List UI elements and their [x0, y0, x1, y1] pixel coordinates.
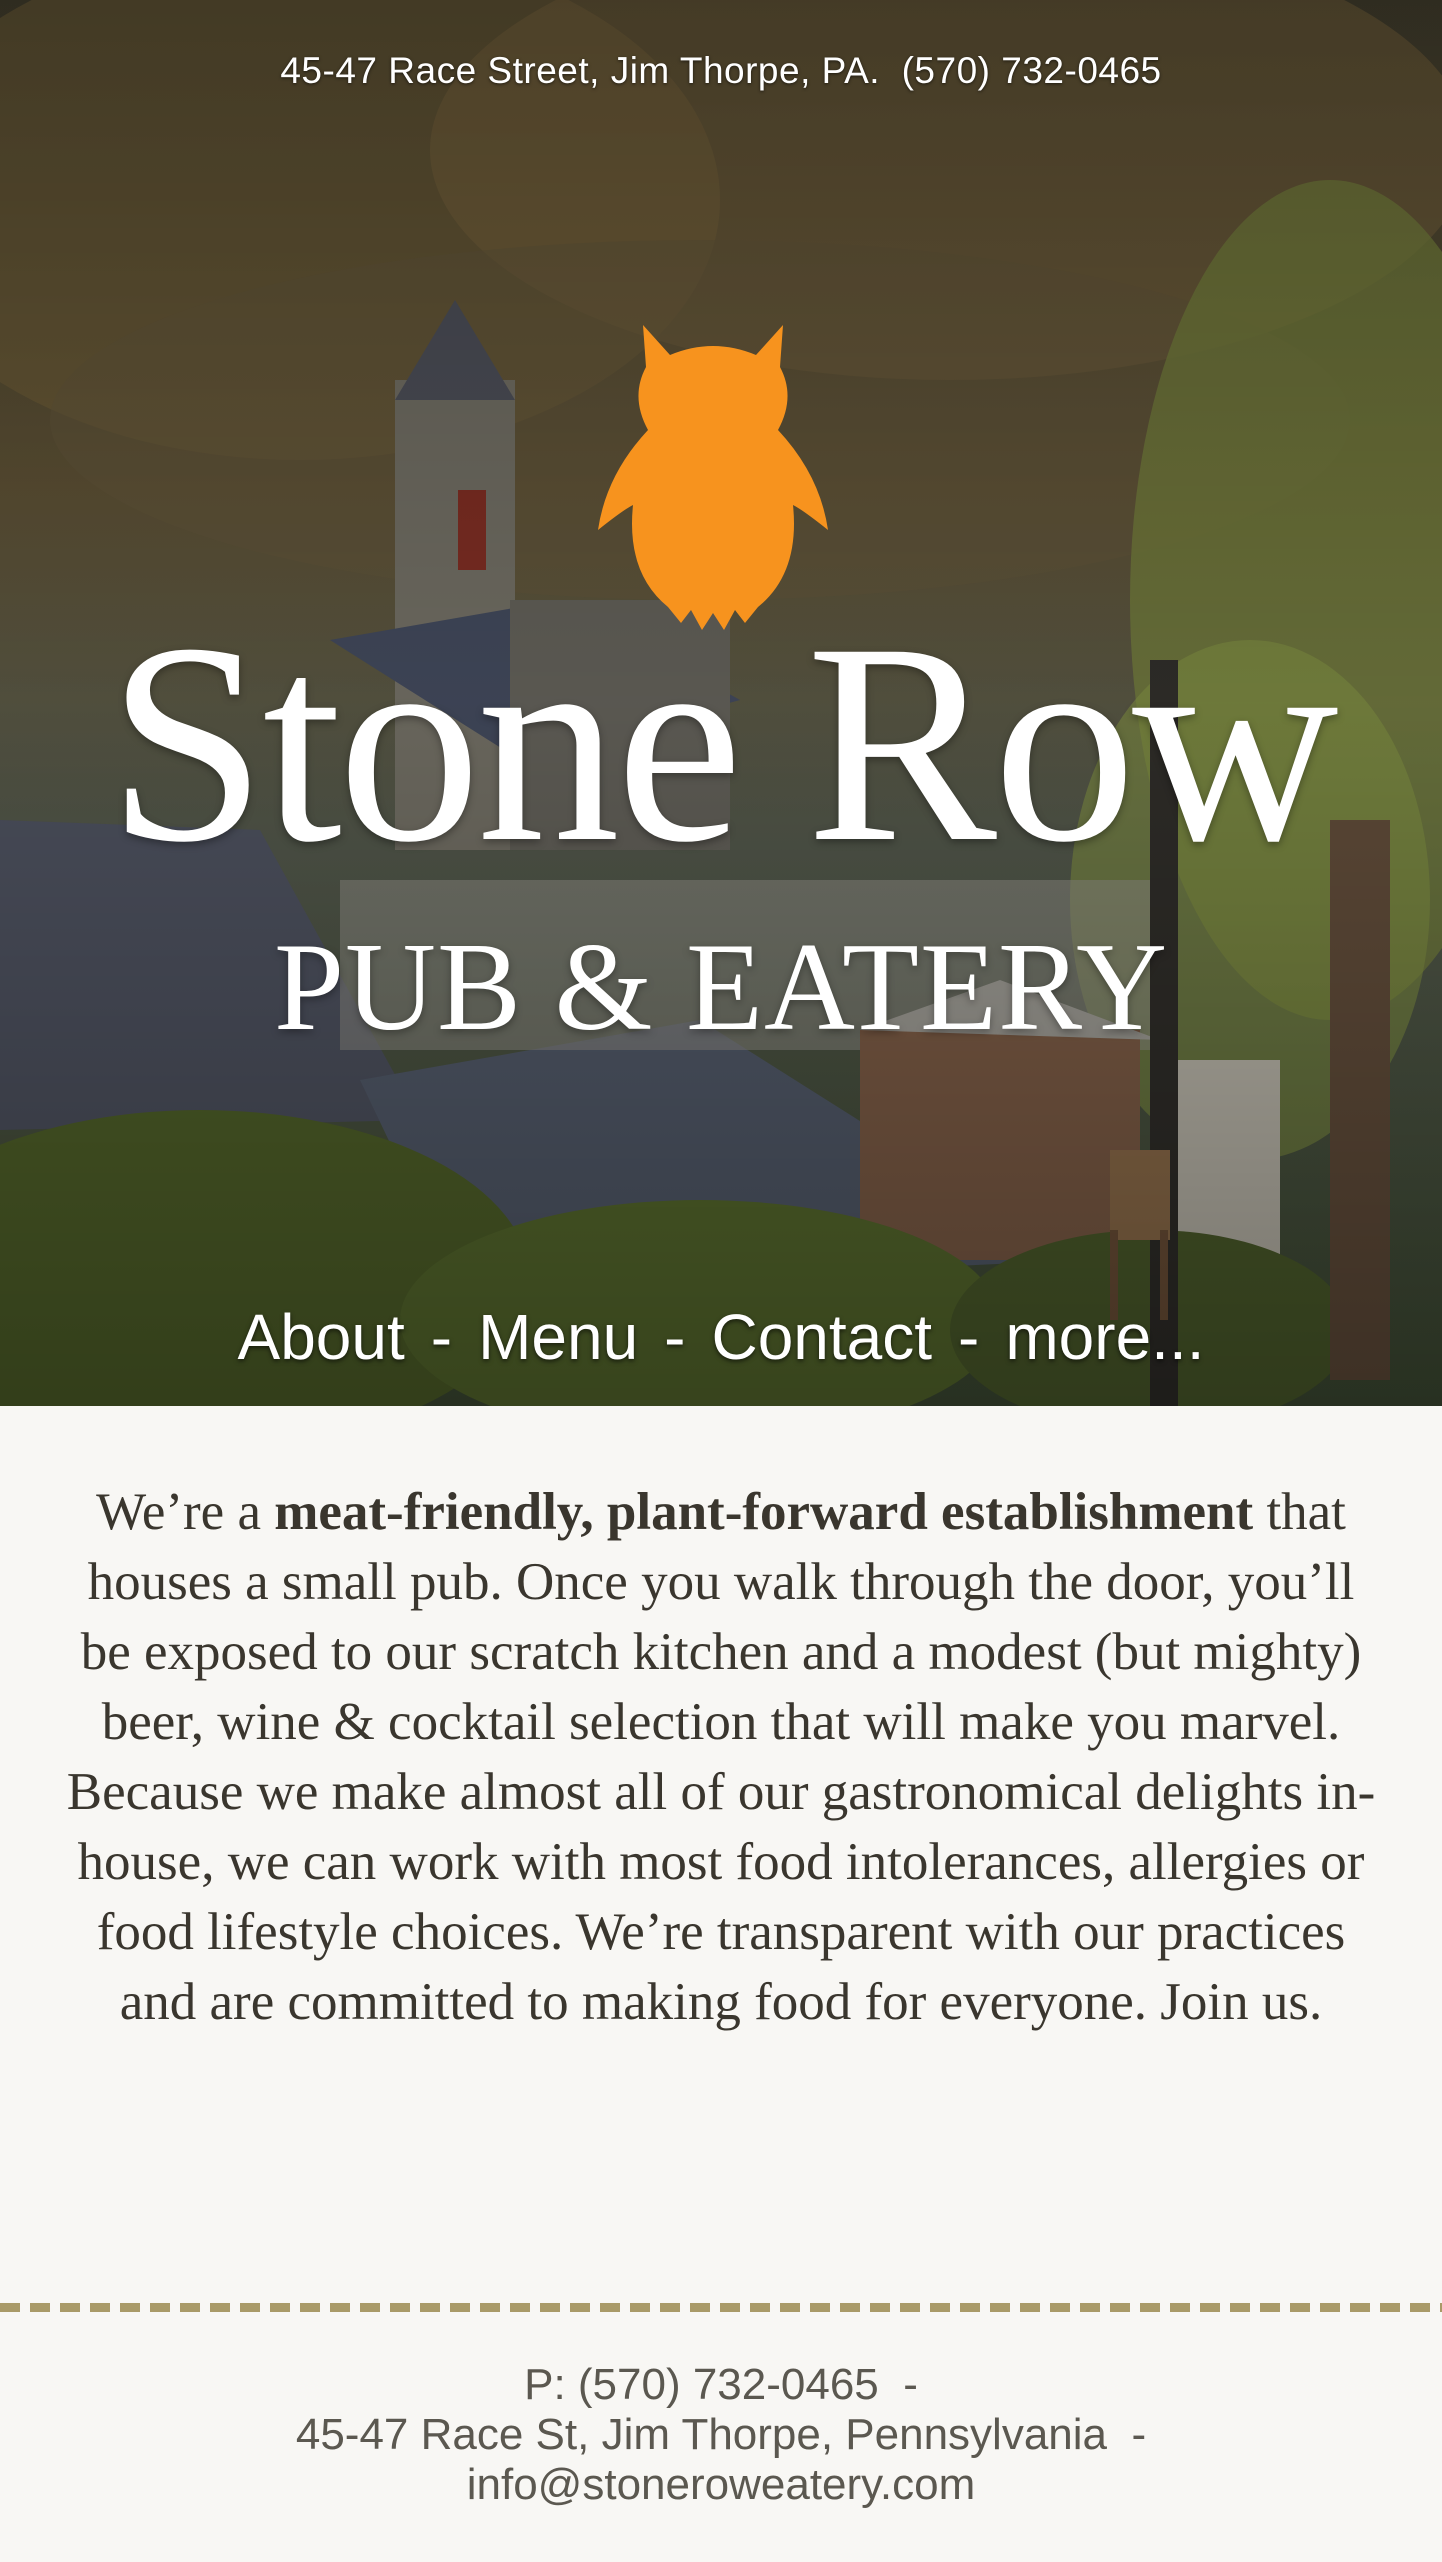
nav-separator: -: [430, 1301, 453, 1373]
footer-separator: -: [903, 2360, 918, 2409]
footer-contact: P: (570) 732-0465 - 45-47 Race St, Jim T…: [0, 2360, 1442, 2510]
dashed-divider: [0, 2303, 1442, 2312]
header-address: 45-47 Race Street, Jim Thorpe, PA.: [280, 50, 881, 91]
nav-separator: -: [664, 1301, 686, 1373]
nav-menu[interactable]: Menu: [478, 1301, 638, 1373]
nav-about[interactable]: About: [238, 1301, 405, 1373]
footer-address[interactable]: 45-47 Race St, Jim Thorpe, Pennsylvania: [296, 2410, 1107, 2459]
brand-subtitle: PUB & EATERY: [273, 918, 1169, 1057]
footer-email[interactable]: info@stoneroweatery.com: [467, 2460, 976, 2509]
header-phone[interactable]: (570) 732-0465: [902, 50, 1162, 91]
nav-separator: -: [958, 1301, 980, 1373]
intro-highlight: meat-friendly, plant-forward establishme…: [274, 1483, 1254, 1541]
footer-phone[interactable]: P: (570) 732-0465: [524, 2360, 879, 2409]
nav-contact[interactable]: Contact: [711, 1301, 932, 1373]
hero-banner: 45-47 Race Street, Jim Thorpe, PA. (570)…: [0, 0, 1442, 1406]
brand-title: Stone Row: [107, 584, 1338, 901]
header-contact-line: 45-47 Race Street, Jim Thorpe, PA. (570)…: [0, 50, 1442, 92]
intro-paragraph: We’re a meat-friendly, plant-forward est…: [60, 1477, 1382, 2037]
intro-lead: We’re a: [96, 1483, 275, 1541]
intro-body: that houses a small pub. Once you walk t…: [66, 1483, 1376, 2031]
main-nav: About - Menu - Contact - more...: [0, 1300, 1442, 1374]
footer-separator: -: [1131, 2410, 1147, 2459]
nav-more[interactable]: more...: [1005, 1301, 1204, 1373]
